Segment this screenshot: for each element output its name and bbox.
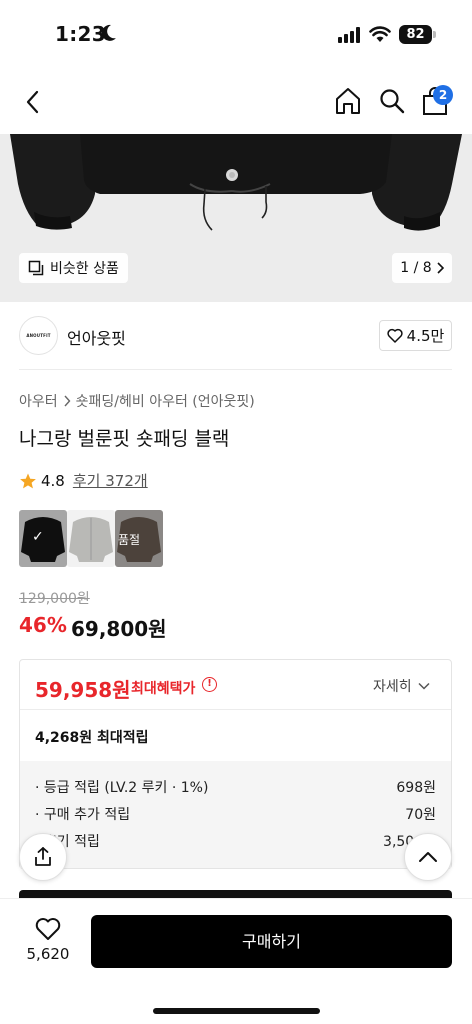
status-time: 1:23 [55,22,106,46]
heart-outline-icon[interactable] [35,917,61,941]
benefit-detail-toggle[interactable]: 자세히 [373,676,430,696]
points-row-label: · 등급 적립 (LV.2 루키 · 1%) [35,780,209,796]
points-row-value: 70원 [405,807,436,823]
image-pager[interactable]: 1 / 8 [392,253,452,283]
battery-cap [433,31,436,38]
similar-products-label: 비슷한 상품 [50,261,119,277]
swatch-gray-image [67,510,115,567]
best-benefit-price: 59,958원 [35,678,131,702]
detail-label: 자세히 [373,679,412,695]
brand-logo[interactable]: ANOUTFIT [19,316,58,355]
buy-button[interactable]: 구매하기 [91,915,452,968]
sale-price: 69,800원 [71,617,167,641]
moon-icon [101,24,116,41]
breadcrumb-subcategory[interactable]: 숏패딩/헤비 아우터 (언아웃핏) [76,391,255,411]
wifi-icon [369,26,391,42]
brand-like-count: 4.5만 [406,327,445,345]
points-row-value: 698원 [396,780,436,796]
home-indicator [153,1008,320,1014]
chevron-up-icon [419,852,437,862]
signal-icon [338,27,360,43]
chevron-down-icon [418,682,430,690]
page-indicator: 1 / 8 [400,260,432,276]
back-arrow-icon[interactable] [24,88,42,116]
rating-value: 4.8 [41,471,65,490]
section-divider [19,369,452,370]
best-benefit-label: 최대혜택가 [131,681,196,697]
points-row-label: · 구매 추가 적립 [35,807,131,823]
benefit-divider [20,709,451,710]
similar-products-chip[interactable]: 비슷한 상품 [19,253,128,283]
breadcrumb: 아우터 숏패딩/헤비 아우터 (언아웃핏) [19,391,255,411]
info-icon[interactable]: ! [202,677,217,692]
chevron-right-icon [437,262,444,274]
battery-indicator: 82 [399,25,432,44]
brand-name[interactable]: 언아웃핏 [67,325,126,349]
scroll-to-top-button[interactable] [404,833,452,881]
product-title: 나그랑 벌룬핏 숏패딩 블랙 [19,428,230,450]
chevron-right-icon [64,395,71,407]
swatch-soldout-label: 품절 [118,533,141,547]
heart-outline-icon [387,328,403,343]
search-icon[interactable] [378,87,406,115]
cart-count-badge: 2 [433,85,453,105]
original-price: 129,000원 [19,591,90,607]
wishlist-count: 5,620 [26,945,70,963]
max-points-summary: 4,268원 최대적립 [35,730,149,746]
swatch-selected-check-icon: ✓ [32,529,44,545]
brand-like-button[interactable]: 4.5만 [379,320,452,351]
breadcrumb-category[interactable]: 아우터 [19,391,58,411]
discount-rate: 46% [19,613,67,637]
share-button[interactable] [19,833,67,881]
home-icon[interactable] [334,86,362,116]
star-icon [20,473,36,488]
copy-squares-icon [28,260,44,276]
rating-row: 4.8 후기 372개 [19,470,148,491]
review-count-link[interactable]: 후기 372개 [73,470,148,491]
share-icon [35,847,51,866]
swatch-gray[interactable] [67,510,115,567]
